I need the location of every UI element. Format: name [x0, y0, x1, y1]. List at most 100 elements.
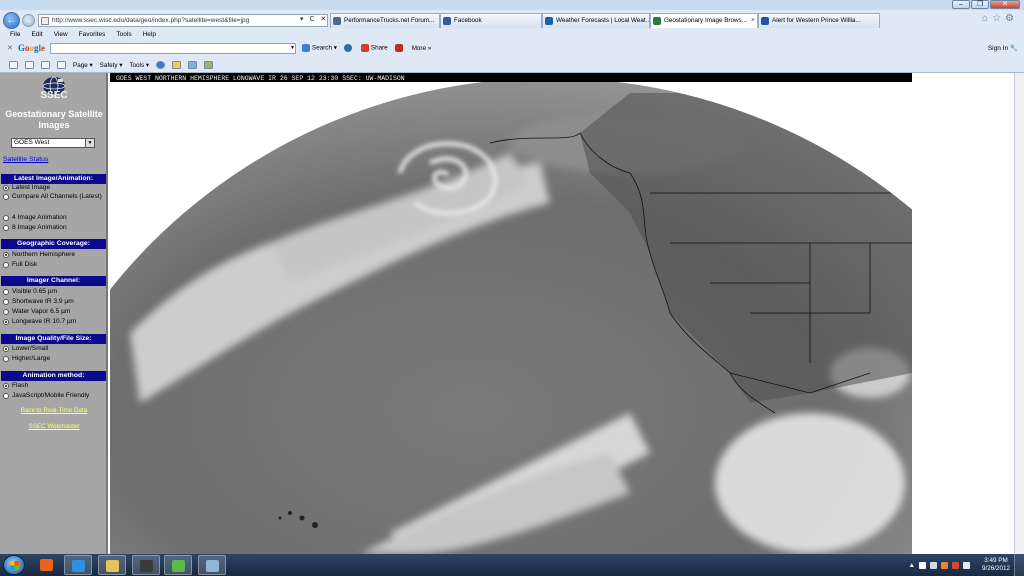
radio-option-latest[interactable]: Compare All Channels (Latest) [3, 193, 107, 201]
radio-label: Lower/Small [12, 345, 49, 352]
volume-icon[interactable] [962, 561, 970, 569]
minimize-button[interactable]: – [952, 0, 970, 9]
radio-button[interactable] [3, 252, 9, 258]
radio-option-coverage[interactable]: Full Disk [3, 261, 107, 269]
update-icon[interactable] [951, 561, 959, 569]
google-search-input[interactable] [50, 43, 296, 54]
internet-explorer-icon [72, 560, 85, 572]
address-controls[interactable]: ▾ C ✕ [300, 15, 328, 23]
page-scrollbar[interactable] [1014, 73, 1024, 554]
google-search-dropdown-icon[interactable]: ▼ [290, 45, 295, 51]
menu-item-favorites[interactable]: Favorites [79, 30, 106, 40]
radio-option-coverage[interactable]: Northern Hemisphere [3, 251, 107, 259]
radio-button[interactable] [3, 299, 9, 305]
radio-option-latest[interactable]: 8 Image Animation [3, 224, 107, 232]
radio-option-quality[interactable]: Lower/Small [3, 345, 107, 353]
radio-label: Longwave IR 10.7 µm [12, 318, 77, 325]
translate-icon[interactable] [343, 44, 352, 52]
network-icon[interactable] [929, 561, 937, 569]
webmaster-link[interactable]: SSEC Webmaster [0, 423, 108, 430]
radio-option-animation[interactable]: Flash [3, 382, 107, 390]
m-plus-app-icon [140, 560, 153, 572]
radio-option-quality[interactable]: Higher/Large [3, 355, 107, 363]
blog-icon[interactable] [188, 61, 198, 69]
radio-button[interactable] [3, 225, 9, 231]
start-button[interactable] [3, 555, 25, 575]
view-icon[interactable] [204, 61, 214, 69]
help-icon[interactable] [156, 61, 166, 69]
radio-button[interactable] [3, 309, 9, 315]
radio-option-channel[interactable]: Visible 0.65 µm [3, 288, 107, 296]
app-tray-icon[interactable] [940, 561, 948, 569]
safety-menu[interactable]: Safety ▾ [100, 62, 123, 69]
forward-button[interactable]: → [22, 14, 35, 27]
radio-option-latest[interactable]: Latest Image [3, 184, 107, 192]
radio-button[interactable] [3, 194, 9, 200]
browser-tab[interactable]: Geostationary Image Brows... × [650, 13, 758, 28]
page-menu[interactable]: Page ▾ [73, 62, 93, 69]
google-toolbar-close-icon[interactable]: ✕ [7, 44, 13, 52]
radio-option-channel[interactable]: Water Vapor 6.5 µm [3, 308, 107, 316]
menu-item-file[interactable]: File [10, 30, 20, 40]
print-icon[interactable] [57, 61, 66, 69]
menu-item-tools[interactable]: Tools [116, 30, 131, 40]
radio-button[interactable] [3, 383, 9, 389]
sign-in-link[interactable]: Sign In 🔧 [988, 44, 1018, 52]
sidebar: SSEC Geostationary Satellite Images GOES… [0, 73, 108, 554]
tab-close-icon[interactable]: × [751, 14, 755, 27]
radio-option-latest[interactable]: 4 Image Animation [3, 214, 107, 222]
satellite-status-link[interactable]: Satellite Status [3, 156, 48, 163]
satellite-select[interactable]: GOES West ▼ [11, 138, 95, 148]
radio-button[interactable] [3, 262, 9, 268]
radio-label: Flash [12, 382, 29, 389]
clock-time: 3:49 PM [984, 557, 1008, 564]
bookmark-icon[interactable] [394, 44, 403, 52]
radio-option-channel[interactable]: Shortwave IR 3.9 µm [3, 298, 107, 306]
browser-tab[interactable]: Facebook [440, 13, 542, 28]
file-explorer-taskbar-button[interactable] [98, 555, 126, 575]
radio-button[interactable] [3, 185, 9, 191]
feeds-icon[interactable] [25, 61, 34, 69]
menu-item-view[interactable]: View [54, 30, 68, 40]
browser-tab[interactable]: Weather Forecasts | Local Weat... [542, 13, 650, 28]
window-app-taskbar-button[interactable] [198, 555, 226, 575]
tools-menu[interactable]: Tools ▾ [129, 62, 149, 69]
close-window-button[interactable]: ✕ [990, 0, 1020, 9]
favorites-icon[interactable] [9, 61, 18, 69]
google-toolbar: ✕ Google ▼ Search ▾ Share More » Sign In… [0, 40, 1024, 57]
maximize-button[interactable]: ❐ [971, 0, 989, 9]
home-icon[interactable]: ⌂ [982, 13, 988, 24]
m-plus-app-taskbar-button[interactable] [132, 555, 160, 575]
action-center-flag-icon[interactable] [918, 561, 926, 569]
wrench-icon[interactable]: 🔧 [1010, 45, 1018, 52]
back-button[interactable]: ← [3, 12, 20, 29]
tray-expand-icon[interactable]: ▲ [909, 562, 915, 569]
menu-item-help[interactable]: Help [143, 30, 156, 40]
show-desktop-button[interactable] [1014, 554, 1024, 576]
green-app-taskbar-button[interactable] [164, 555, 192, 575]
radio-button[interactable] [3, 346, 9, 352]
radio-button[interactable] [3, 289, 9, 295]
google-share-button[interactable]: Share [360, 44, 388, 52]
radio-option-channel[interactable]: Longwave IR 10.7 µm [3, 318, 107, 326]
clock[interactable]: 3:49 PM 9/26/2012 [982, 557, 1010, 573]
radio-button[interactable] [3, 215, 9, 221]
internet-explorer-taskbar-button[interactable] [64, 555, 92, 575]
browser-tab[interactable]: PerformanceTrucks.net Forum... [330, 13, 440, 28]
radio-button[interactable] [3, 319, 9, 325]
research-icon[interactable] [172, 61, 182, 69]
radio-option-animation[interactable]: JavaScript/Mobile Friendly [3, 392, 107, 400]
menu-item-edit[interactable]: Edit [31, 30, 42, 40]
back-to-real-time-link[interactable]: Back to Real-Time Data [0, 407, 108, 414]
radio-button[interactable] [3, 356, 9, 362]
address-bar[interactable]: http://www.ssec.wisc.edu/data/geo/index.… [38, 14, 328, 27]
satellite-image[interactable]: GOES WEST NORTHERN HEMISPHERE LONGWAVE I… [110, 73, 912, 554]
google-more-button[interactable]: More » [412, 45, 432, 52]
media-player-taskbar-button[interactable] [33, 555, 61, 575]
google-search-button[interactable]: Search ▾ [302, 44, 337, 52]
favorites-star-icon[interactable]: ☆ [992, 13, 1001, 24]
settings-gear-icon[interactable]: ⚙ [1005, 13, 1014, 24]
read-mail-icon[interactable] [41, 61, 50, 69]
browser-tab[interactable]: Alert for Western Prince Willia... [758, 13, 880, 28]
radio-button[interactable] [3, 393, 9, 399]
